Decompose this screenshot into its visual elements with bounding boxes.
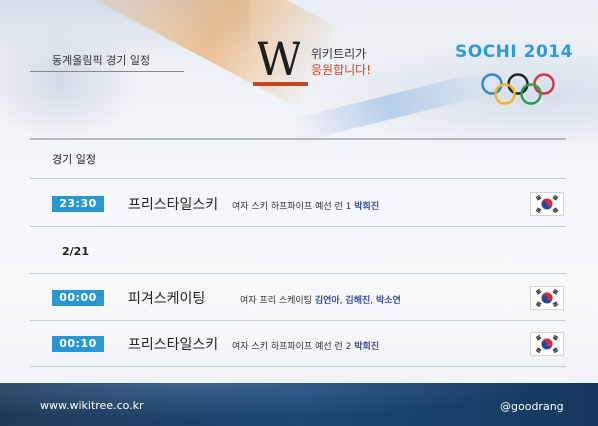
cheer-message: 위키트리가 응원합니다! xyxy=(311,46,371,78)
event-description: 여자 프리 스케이팅 김연아, 김해진, 박소연 xyxy=(240,296,401,306)
schedule-row: 00:00 피겨스케이팅 여자 프리 스케이팅 김연아, 김해진, 박소연 xyxy=(30,280,566,320)
schedule-row: 00:10 프리스타일스키 여자 스키 하프파이프 예선 런 2 박희진 xyxy=(30,326,566,366)
sochi-logo-text: SOCHI 2014 xyxy=(455,42,573,62)
website-link[interactable]: www.wikitree.co.kr xyxy=(40,399,144,412)
athlete-name: 박희진 xyxy=(354,202,380,212)
panel-top-divider xyxy=(30,138,566,140)
date-label: 2/21 xyxy=(62,245,89,258)
bg-streak xyxy=(290,71,490,143)
cheer-line2: 응원합니다! xyxy=(311,63,372,77)
divider xyxy=(30,273,566,274)
schedule-card: 동계올림픽 경기 일정 W 위키트리가 응원합니다! SOCHI 2014 경기… xyxy=(0,0,598,426)
sport-name: 피겨스케이팅 xyxy=(128,291,206,307)
time-badge: 00:00 xyxy=(52,290,104,306)
time-badge: 00:10 xyxy=(52,336,104,352)
bg-streak xyxy=(0,0,250,60)
olympic-rings-icon xyxy=(481,73,555,105)
bg-streak xyxy=(0,20,140,140)
divider xyxy=(30,320,566,321)
wikitree-logo: W xyxy=(258,34,300,82)
sport-name: 프리스타일스키 xyxy=(128,197,219,213)
athlete-name: 김연아 xyxy=(314,296,340,306)
schedule-row: 23:30 프리스타일스키 여자 스키 하프파이프 예선 런 1 박희진 xyxy=(30,185,566,225)
divider xyxy=(30,226,566,227)
twitter-handle[interactable]: @goodrang xyxy=(500,400,564,413)
event-name: 여자 프리 스케이팅 xyxy=(240,296,312,306)
category-label: 동계올림픽 경기 일정 xyxy=(30,52,184,72)
event-name: 여자 스키 하프파이프 예선 런 2 xyxy=(232,342,352,352)
logo-letter: W xyxy=(258,34,300,82)
event-description: 여자 스키 하프파이프 예선 런 1 박희진 xyxy=(232,199,379,212)
time-badge: 23:30 xyxy=(52,196,104,212)
korea-flag-icon xyxy=(530,286,564,310)
athlete-name: 박희진 xyxy=(354,342,380,352)
sport-name: 프리스타일스키 xyxy=(128,337,219,353)
athlete-name: 박소연 xyxy=(376,296,401,306)
korea-flag-icon xyxy=(530,332,564,356)
event-name: 여자 스키 하프파이프 예선 런 1 xyxy=(232,202,352,212)
logo-underline xyxy=(253,82,308,86)
divider xyxy=(30,178,566,179)
korea-flag-icon xyxy=(530,192,564,216)
divider xyxy=(30,366,566,367)
event-description: 여자 스키 하프파이프 예선 런 2 박희진 xyxy=(232,339,379,352)
section-title: 경기 일정 xyxy=(52,153,96,166)
athlete-name: 김해진 xyxy=(345,296,371,306)
cheer-line1: 위키트리가 xyxy=(311,47,367,61)
